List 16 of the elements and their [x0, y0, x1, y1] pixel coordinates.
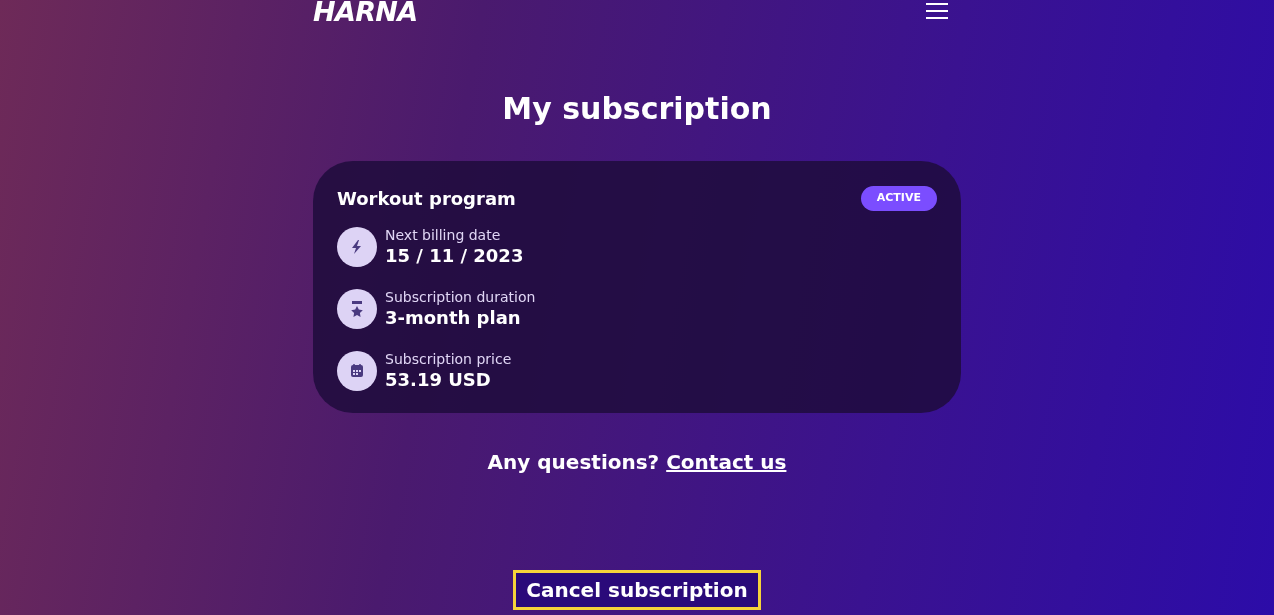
detail-label: Subscription duration — [385, 288, 536, 306]
detail-value: 15 / 11 / 2023 — [385, 244, 524, 268]
page-title: My subscription — [501, 90, 773, 128]
detail-label: Next billing date — [385, 226, 502, 244]
detail-value: 3-month plan — [385, 306, 522, 330]
bolt-icon — [337, 227, 377, 267]
contact-link[interactable]: Contact us — [666, 450, 787, 474]
plan-name: Workout program — [337, 187, 516, 211]
status-badge: ACTIVE — [860, 186, 937, 211]
help-text: Any questions? — [487, 450, 661, 474]
detail-value: 53.19 USD — [385, 368, 492, 392]
logo[interactable]: HARNA — [313, 0, 418, 25]
calendar-icon — [337, 351, 377, 391]
cancel-button[interactable]: Cancel subscription — [513, 570, 761, 610]
detail-label: Subscription price — [385, 350, 512, 368]
menu-icon[interactable] — [925, 2, 949, 20]
